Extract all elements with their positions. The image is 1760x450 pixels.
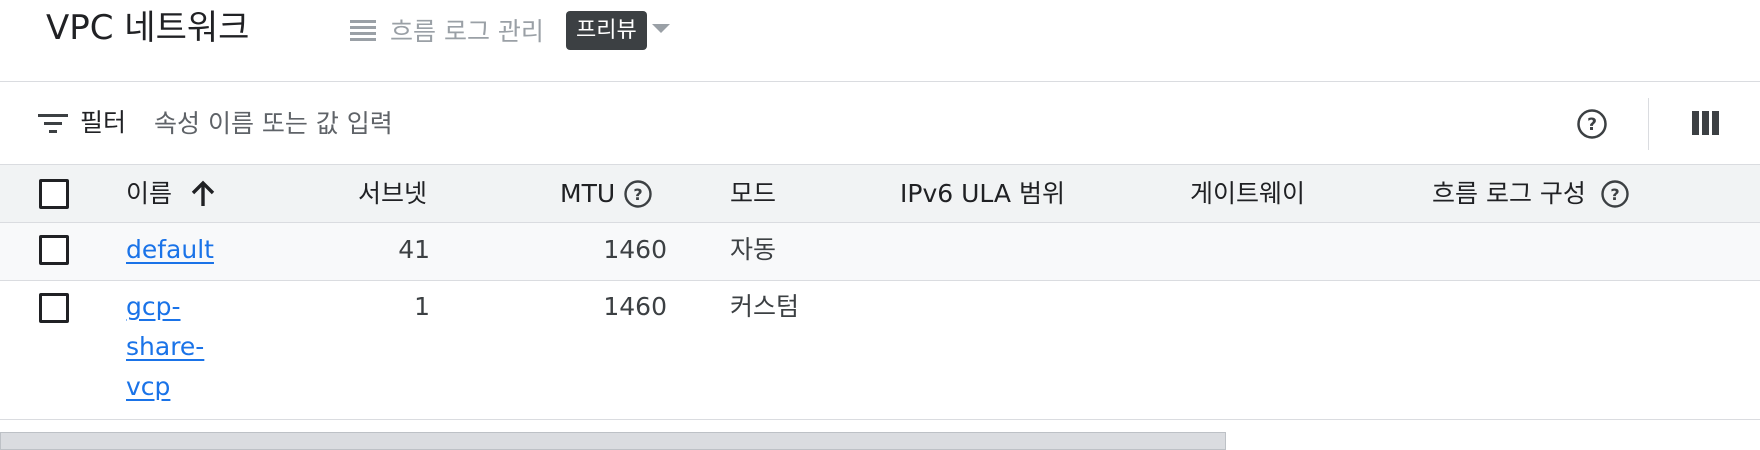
cell-mode: 커스텀 [730, 292, 800, 321]
column-header-mtu[interactable]: MTU ? [560, 174, 653, 214]
svg-text:?: ? [634, 185, 643, 204]
table-row: default 41 1460 자동 [0, 223, 1760, 281]
column-header-ipv6[interactable]: IPv6 ULA 범위 [900, 174, 1065, 214]
table-row: gcp- share- vcp 1 1460 커스텀 [0, 281, 1760, 420]
row-checkbox[interactable] [39, 293, 69, 323]
cell-mtu: 1460 [603, 235, 667, 264]
list-icon [350, 20, 376, 41]
cell-subnets: 41 [398, 235, 430, 264]
column-header-mtu-label: MTU [560, 179, 616, 208]
cell-subnets: 1 [414, 292, 430, 321]
network-link-gcp-share-vcp[interactable]: gcp- share- vcp [126, 287, 204, 407]
network-link-line[interactable]: gcp- [126, 287, 204, 327]
column-header-flow-log-config-label: 흐름 로그 구성 [1432, 179, 1586, 208]
select-all-checkbox[interactable] [39, 179, 69, 209]
page-header: VPC 네트워크 흐름 로그 관리 프리뷰 [0, 0, 1760, 82]
page-title: VPC 네트워크 [46, 8, 250, 48]
table-header: 이름 서브넷 MTU ? 모드 IPv6 ULA 범위 게이트웨이 흐름 로그 … [0, 165, 1760, 223]
preview-badge: 프리뷰 [566, 11, 647, 50]
column-header-subnets[interactable]: 서브넷 [358, 174, 427, 214]
network-link-line[interactable]: share- [126, 327, 204, 367]
filter-input[interactable] [154, 104, 1054, 142]
column-display-icon[interactable] [1692, 109, 1720, 137]
filter-icon[interactable] [38, 112, 68, 136]
help-circle-icon[interactable]: ? [1576, 108, 1608, 140]
column-header-gateway[interactable]: 게이트웨이 [1190, 174, 1305, 214]
column-header-mode[interactable]: 모드 [730, 174, 776, 214]
arrow-up-icon[interactable] [190, 180, 216, 208]
dropdown-caret-icon[interactable] [652, 24, 670, 33]
svg-text:?: ? [1587, 115, 1597, 135]
column-header-flow-log-config[interactable]: 흐름 로그 구성 ? [1432, 174, 1630, 214]
help-circle-icon[interactable]: ? [1600, 179, 1630, 209]
network-link-default[interactable]: default [126, 230, 214, 270]
cell-mtu: 1460 [603, 292, 667, 321]
manage-flow-logs-button[interactable]: 흐름 로그 관리 [350, 12, 544, 48]
manage-flow-logs-label: 흐름 로그 관리 [390, 17, 544, 46]
svg-text:?: ? [1610, 185, 1619, 204]
help-circle-icon[interactable]: ? [623, 179, 653, 209]
row-checkbox[interactable] [39, 235, 69, 265]
column-header-name-label: 이름 [126, 179, 173, 208]
toolbar-divider [1648, 98, 1649, 150]
horizontal-scrollbar-thumb[interactable] [0, 432, 1226, 450]
filter-label: 필터 [80, 108, 127, 137]
filter-bar: 필터 ? [0, 82, 1760, 165]
column-header-name[interactable]: 이름 [126, 174, 216, 214]
network-link-line[interactable]: vcp [126, 367, 204, 407]
cell-mode: 자동 [730, 235, 777, 264]
